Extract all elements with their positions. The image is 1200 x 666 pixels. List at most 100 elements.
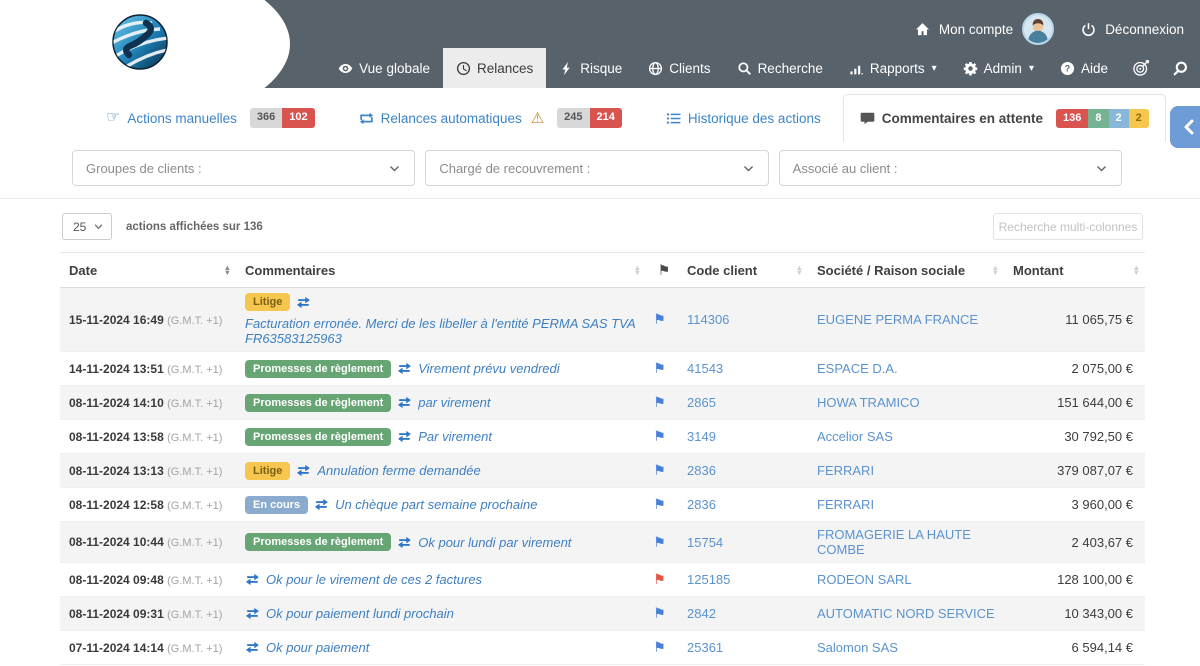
- table-row: 08-11-2024 12:58 (G.M.T. +1) En cours Un…: [60, 488, 1145, 522]
- filter-associe-au-client[interactable]: Associé au client :: [778, 150, 1122, 186]
- gear-icon: [963, 61, 978, 76]
- nav-item-vue-globale[interactable]: Vue globale: [325, 48, 443, 88]
- company-link[interactable]: Salomon SAS: [808, 635, 1004, 660]
- home-icon: [915, 22, 930, 37]
- row-flag[interactable]: ⚑: [646, 492, 678, 517]
- bar-chart-icon: [849, 61, 864, 76]
- main-nav: Vue globale Relances Risque Clients Rech…: [325, 48, 1200, 88]
- client-code-link[interactable]: 2836: [678, 458, 808, 483]
- filter-charge-de-recouvrement[interactable]: Chargé de recouvrement :: [425, 150, 769, 186]
- company-link[interactable]: RODEON SARL: [808, 567, 1004, 592]
- comment-link[interactable]: Facturation erronée. Merci de les libell…: [245, 316, 641, 346]
- badge: 102: [282, 108, 315, 128]
- tab-historique-des-actions[interactable]: Historique des actions: [644, 94, 843, 142]
- nav-item-admin[interactable]: Admin ▾: [950, 48, 1047, 88]
- comment-link[interactable]: Ok pour paiement lundi prochain: [266, 606, 454, 621]
- client-code-link[interactable]: 15754: [678, 530, 808, 555]
- client-code-link[interactable]: 125185: [678, 567, 808, 592]
- row-flag[interactable]: ⚑: [646, 601, 678, 626]
- comment-link[interactable]: Par virement: [418, 429, 492, 444]
- row-date: 08-11-2024 09:48 (G.M.T. +1): [69, 572, 223, 587]
- caret-down-icon: ▾: [1028, 62, 1034, 74]
- filter-groupes-de-clients[interactable]: Groupes de clients :: [72, 150, 416, 186]
- row-flag[interactable]: ⚑: [646, 530, 678, 555]
- column-header-montant[interactable]: Montant ▲ ▼: [1004, 253, 1145, 287]
- target-shortcut-button[interactable]: [1121, 48, 1161, 88]
- nav-item-risque[interactable]: Risque: [546, 48, 635, 88]
- badge: 366: [249, 108, 283, 128]
- row-flag[interactable]: ⚑: [646, 458, 678, 483]
- comment-link[interactable]: Ok pour paiement: [266, 640, 369, 655]
- column-header-societe[interactable]: Société / Raison sociale ▲ ▼: [808, 253, 1004, 287]
- nav-item-aide[interactable]: ? Aide: [1047, 48, 1121, 88]
- row-flag[interactable]: ⚑: [646, 424, 678, 449]
- row-flag[interactable]: ⚑: [646, 356, 678, 381]
- avatar[interactable]: [1022, 13, 1055, 45]
- globe-icon: [648, 61, 663, 76]
- tab-relances-automatiques[interactable]: Relances automatiques ⚠ 245 214: [337, 94, 644, 142]
- table-row: 08-11-2024 13:58 (G.M.T. +1) Promesses d…: [60, 420, 1145, 454]
- power-icon: [1081, 22, 1096, 37]
- comment-link[interactable]: Ok pour le virement de ces 2 factures: [266, 572, 482, 587]
- collapse-panel-button[interactable]: [1170, 106, 1200, 148]
- table-row: 08-11-2024 10:44 (G.M.T. +1) Promesses d…: [60, 522, 1145, 563]
- page-size-select[interactable]: 25: [62, 213, 112, 240]
- flag-icon: ⚑: [653, 496, 666, 512]
- row-flag[interactable]: ⚑: [646, 390, 678, 415]
- target-icon: [1132, 59, 1150, 77]
- nav-item-rapports[interactable]: Rapports ▾: [836, 48, 950, 88]
- client-code-link[interactable]: 114306: [678, 307, 808, 332]
- comment-link[interactable]: Ok pour lundi par virement: [418, 535, 571, 550]
- company-link[interactable]: HOWA TRAMICO: [808, 390, 1004, 415]
- section-divider: [0, 198, 1200, 199]
- column-header-code-client[interactable]: Code client ▲ ▼: [678, 253, 808, 287]
- company-link[interactable]: AUTOMATIC NORD SERVICE: [808, 601, 1004, 626]
- comment-link[interactable]: Virement prévu vendredi: [418, 361, 559, 376]
- company-link[interactable]: ESPACE D.A.: [808, 356, 1004, 381]
- tab-commentaires-en-attente[interactable]: Commentaires en attente 136 8 2 2: [842, 94, 1166, 142]
- client-code-link[interactable]: 2865: [678, 390, 808, 415]
- filters-row: Groupes de clients : Chargé de recouvrem…: [72, 150, 1122, 186]
- company-link[interactable]: EUGENE PERMA FRANCE: [808, 307, 1004, 332]
- exchange-arrows-icon: [296, 464, 311, 477]
- comment-link[interactable]: par virement: [418, 395, 490, 410]
- column-header-flag[interactable]: ⚑: [646, 253, 678, 287]
- nav-item-clients[interactable]: Clients: [635, 48, 723, 88]
- sort-icon: ▲ ▼: [223, 263, 231, 277]
- tab-actions-manuelles[interactable]: ☞ Actions manuelles 366 102: [84, 94, 337, 142]
- column-header-date[interactable]: Date ▲ ▼: [60, 253, 236, 287]
- row-date: 08-11-2024 12:58 (G.M.T. +1): [69, 497, 223, 512]
- client-code-link[interactable]: 41543: [678, 356, 808, 381]
- row-flag[interactable]: ⚑: [646, 635, 678, 660]
- sort-icon: ▲ ▼: [991, 263, 999, 277]
- row-flag[interactable]: ⚑: [646, 307, 678, 332]
- column-header-commentaires[interactable]: Commentaires ▲ ▼: [236, 253, 646, 287]
- nav-item-relances[interactable]: Relances: [442, 48, 547, 88]
- flag-icon: ⚑: [653, 639, 666, 655]
- client-code-link[interactable]: 3149: [678, 424, 808, 449]
- row-date: 08-11-2024 13:58 (G.M.T. +1): [69, 429, 223, 444]
- logout-link[interactable]: Déconnexion: [1105, 22, 1184, 37]
- client-code-link[interactable]: 2836: [678, 492, 808, 517]
- client-code-link[interactable]: 2842: [678, 601, 808, 626]
- comment-link[interactable]: Un chèque part semaine prochaine: [335, 497, 537, 512]
- row-date: 07-11-2024 14:14 (G.M.T. +1): [69, 640, 223, 655]
- multi-column-search-input[interactable]: [993, 213, 1143, 240]
- app-logo[interactable]: [112, 14, 168, 70]
- account-link[interactable]: Mon compte: [939, 22, 1013, 37]
- row-comment-cell: Promesses de règlement par virement: [236, 389, 646, 417]
- row-flag[interactable]: ⚑: [646, 567, 678, 592]
- client-code-link[interactable]: 25361: [678, 635, 808, 660]
- nav-item-recherche[interactable]: Recherche: [724, 48, 836, 88]
- company-link[interactable]: Accelior SAS: [808, 424, 1004, 449]
- status-tag: En cours: [245, 495, 309, 514]
- table-row: 07-11-2024 14:14 (G.M.T. +1) Ok pour pai…: [60, 631, 1145, 665]
- company-link[interactable]: FERRARI: [808, 458, 1004, 483]
- company-link[interactable]: FROMAGERIE LA HAUTE COMBE: [808, 522, 1004, 562]
- global-search-button[interactable]: [1161, 48, 1200, 88]
- table-row: 08-11-2024 09:31 (G.M.T. +1) Ok pour pai…: [60, 597, 1145, 631]
- comment-link[interactable]: Annulation ferme demandée: [317, 463, 480, 478]
- company-link[interactable]: FERRARI: [808, 492, 1004, 517]
- badge: 136: [1056, 108, 1089, 129]
- search-icon: [1172, 60, 1189, 77]
